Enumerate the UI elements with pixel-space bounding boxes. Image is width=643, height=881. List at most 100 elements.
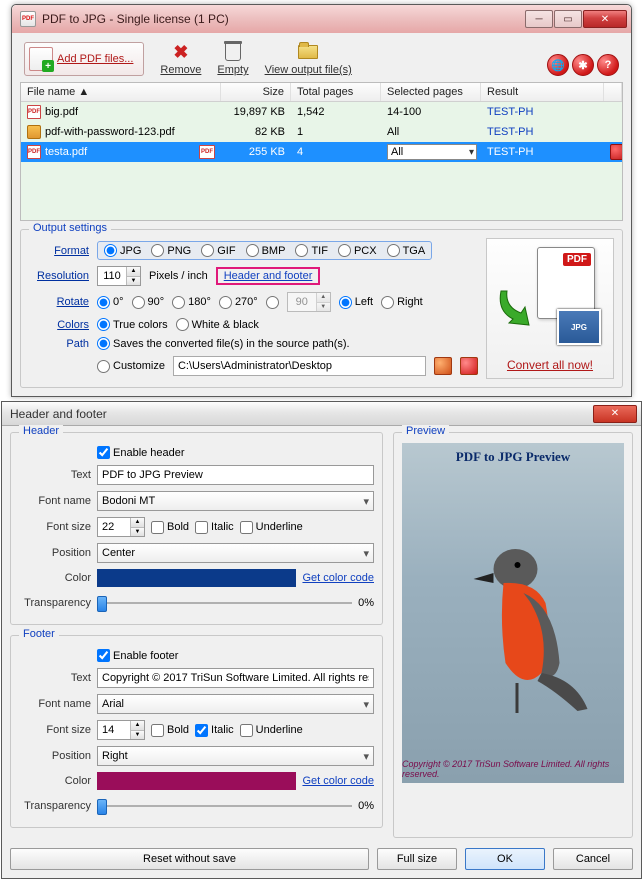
footer-color-link[interactable]: Get color code [302,775,374,787]
format-label: Format [29,245,89,257]
footer-italic-checkbox[interactable]: Italic [195,724,234,737]
table-row[interactable]: PDFbig.pdf 19,897 KB 1,542 14-100 TEST-P… [21,102,622,122]
cancel-button[interactable]: Cancel [553,848,633,870]
ok-button[interactable]: OK [465,848,545,870]
col-size[interactable]: Size [221,83,291,101]
footer-size-input[interactable]: 14▲▼ [97,720,145,740]
enable-footer-checkbox[interactable]: Enable footer [97,649,178,662]
resolution-unit: Pixels / inch [149,270,208,282]
close-button[interactable]: ✕ [583,10,627,28]
footer-group: Footer Enable footer Text Font nameArial… [10,635,383,828]
format-tga[interactable]: TGA [387,244,426,257]
header-underline-checkbox[interactable]: Underline [240,521,303,534]
path-input[interactable] [173,356,426,376]
path-custom-radio[interactable]: Customize [97,360,165,373]
trash-icon [225,43,241,61]
preview-header-text: PDF to JPG Preview [402,449,624,465]
rotate-0[interactable]: 0° [97,296,124,309]
web-button[interactable]: 🌐 [547,54,569,76]
pdf-icon: PDF [27,145,41,159]
header-font-combo[interactable]: Bodoni MT [97,491,374,511]
header-group: Header Enable header Text Font nameBodon… [10,432,383,625]
resolution-input[interactable]: ▲▼ [97,266,141,286]
header-footer-link[interactable]: Header and footer [220,269,317,283]
output-settings: Output settings Format JPG PNG GIF BMP T… [20,229,623,388]
rotate-custom[interactable] [266,296,279,309]
view-output-button[interactable]: View output file(s) [265,41,352,76]
pdf-add-icon [29,47,53,71]
enable-header-checkbox[interactable]: Enable header [97,446,185,459]
format-png[interactable]: PNG [151,244,191,257]
header-footer-dialog: Header and footer ✕ Header Enable header… [1,401,642,879]
grid-header: File name ▲ Size Total pages Selected pa… [21,83,622,102]
add-pdf-button[interactable]: Add PDF files... [24,42,144,76]
preview-canvas: PDF to JPG Preview Copyright © 2017 TriS… [402,443,624,783]
table-row[interactable]: pdf-with-password-123.pdf 82 KB 1 All TE… [21,122,622,142]
maximize-button[interactable]: ▭ [554,10,582,28]
info-button[interactable]: ✱ [572,54,594,76]
table-row-selected[interactable]: PDFtesta.pdfPDF 255 KB 4 All TEST-PH [21,142,622,162]
result-link[interactable]: TEST-PH [487,126,533,138]
footer-text-input[interactable] [97,668,374,688]
rotate-90[interactable]: 90° [132,296,165,309]
col-pages[interactable]: Total pages [291,83,381,101]
rotate-180[interactable]: 180° [172,296,211,309]
colors-label: Colors [29,319,89,331]
colors-wb[interactable]: White & black [176,318,259,331]
header-size-input[interactable]: 22▲▼ [97,517,145,537]
open-path-button[interactable] [460,357,478,375]
remove-button[interactable]: ✖ Remove [160,41,201,76]
browse-button[interactable] [434,357,452,375]
convert-all-button[interactable]: Convert all now! [507,353,593,378]
toolbar: Add PDF files... ✖ Remove Empty View out… [20,39,623,82]
header-bold-checkbox[interactable]: Bold [151,521,189,534]
footer-position-combo[interactable]: Right [97,746,374,766]
footer-color-swatch[interactable] [97,772,296,790]
format-tif[interactable]: TIF [295,244,328,257]
remove-icon: ✖ [173,42,188,63]
main-window: PDF PDF to JPG - Single license (1 PC) ─… [11,4,632,397]
rotate-left[interactable]: Left [339,296,373,309]
col-result[interactable]: Result [481,83,604,101]
format-pcx[interactable]: PCX [338,244,377,257]
help-button[interactable]: ? [597,54,619,76]
selected-pages-dropdown[interactable]: All [387,144,477,160]
col-filename[interactable]: File name ▲ [21,83,221,101]
format-bmp[interactable]: BMP [246,244,286,257]
preview-footer-text: Copyright © 2017 TriSun Software Limited… [402,759,618,779]
rotate-right[interactable]: Right [381,296,423,309]
col-selected[interactable]: Selected pages [381,83,481,101]
resolution-label: Resolution [29,270,89,282]
header-color-link[interactable]: Get color code [302,572,374,584]
format-jpg[interactable]: JPG [104,244,141,257]
header-position-combo[interactable]: Center [97,543,374,563]
minimize-button[interactable]: ─ [525,10,553,28]
result-link[interactable]: TEST-PH [487,106,533,118]
preview-group: Preview PDF to JPG Preview Copyright © 2… [393,432,633,838]
folder-icon [298,45,318,59]
result-link[interactable]: TEST-PH [487,146,533,158]
header-italic-checkbox[interactable]: Italic [195,521,234,534]
colors-true[interactable]: True colors [97,318,168,331]
footer-bold-checkbox[interactable]: Bold [151,724,189,737]
fullsize-button[interactable]: Full size [377,848,457,870]
footer-underline-checkbox[interactable]: Underline [240,724,303,737]
bird-illustration [446,523,596,733]
format-gif[interactable]: GIF [201,244,235,257]
path-same[interactable]: Saves the converted file(s) in the sourc… [97,337,350,350]
footer-font-combo[interactable]: Arial [97,694,374,714]
delete-row-button[interactable] [610,144,622,160]
rotate-label: Rotate [29,296,89,308]
rotate-270[interactable]: 270° [219,296,258,309]
header-text-input[interactable] [97,465,374,485]
convert-panel: PDF JPG Convert all now! [486,238,614,379]
dialog-titlebar[interactable]: Header and footer ✕ [2,402,641,426]
rotate-custom-input[interactable]: ▲▼ [287,292,331,312]
reset-button[interactable]: Reset without save [10,848,369,870]
dialog-close-button[interactable]: ✕ [593,405,637,423]
footer-transparency-slider[interactable] [97,796,352,816]
header-transparency-slider[interactable] [97,593,352,613]
header-color-swatch[interactable] [97,569,296,587]
empty-button[interactable]: Empty [217,41,248,76]
titlebar[interactable]: PDF PDF to JPG - Single license (1 PC) ─… [12,5,631,33]
